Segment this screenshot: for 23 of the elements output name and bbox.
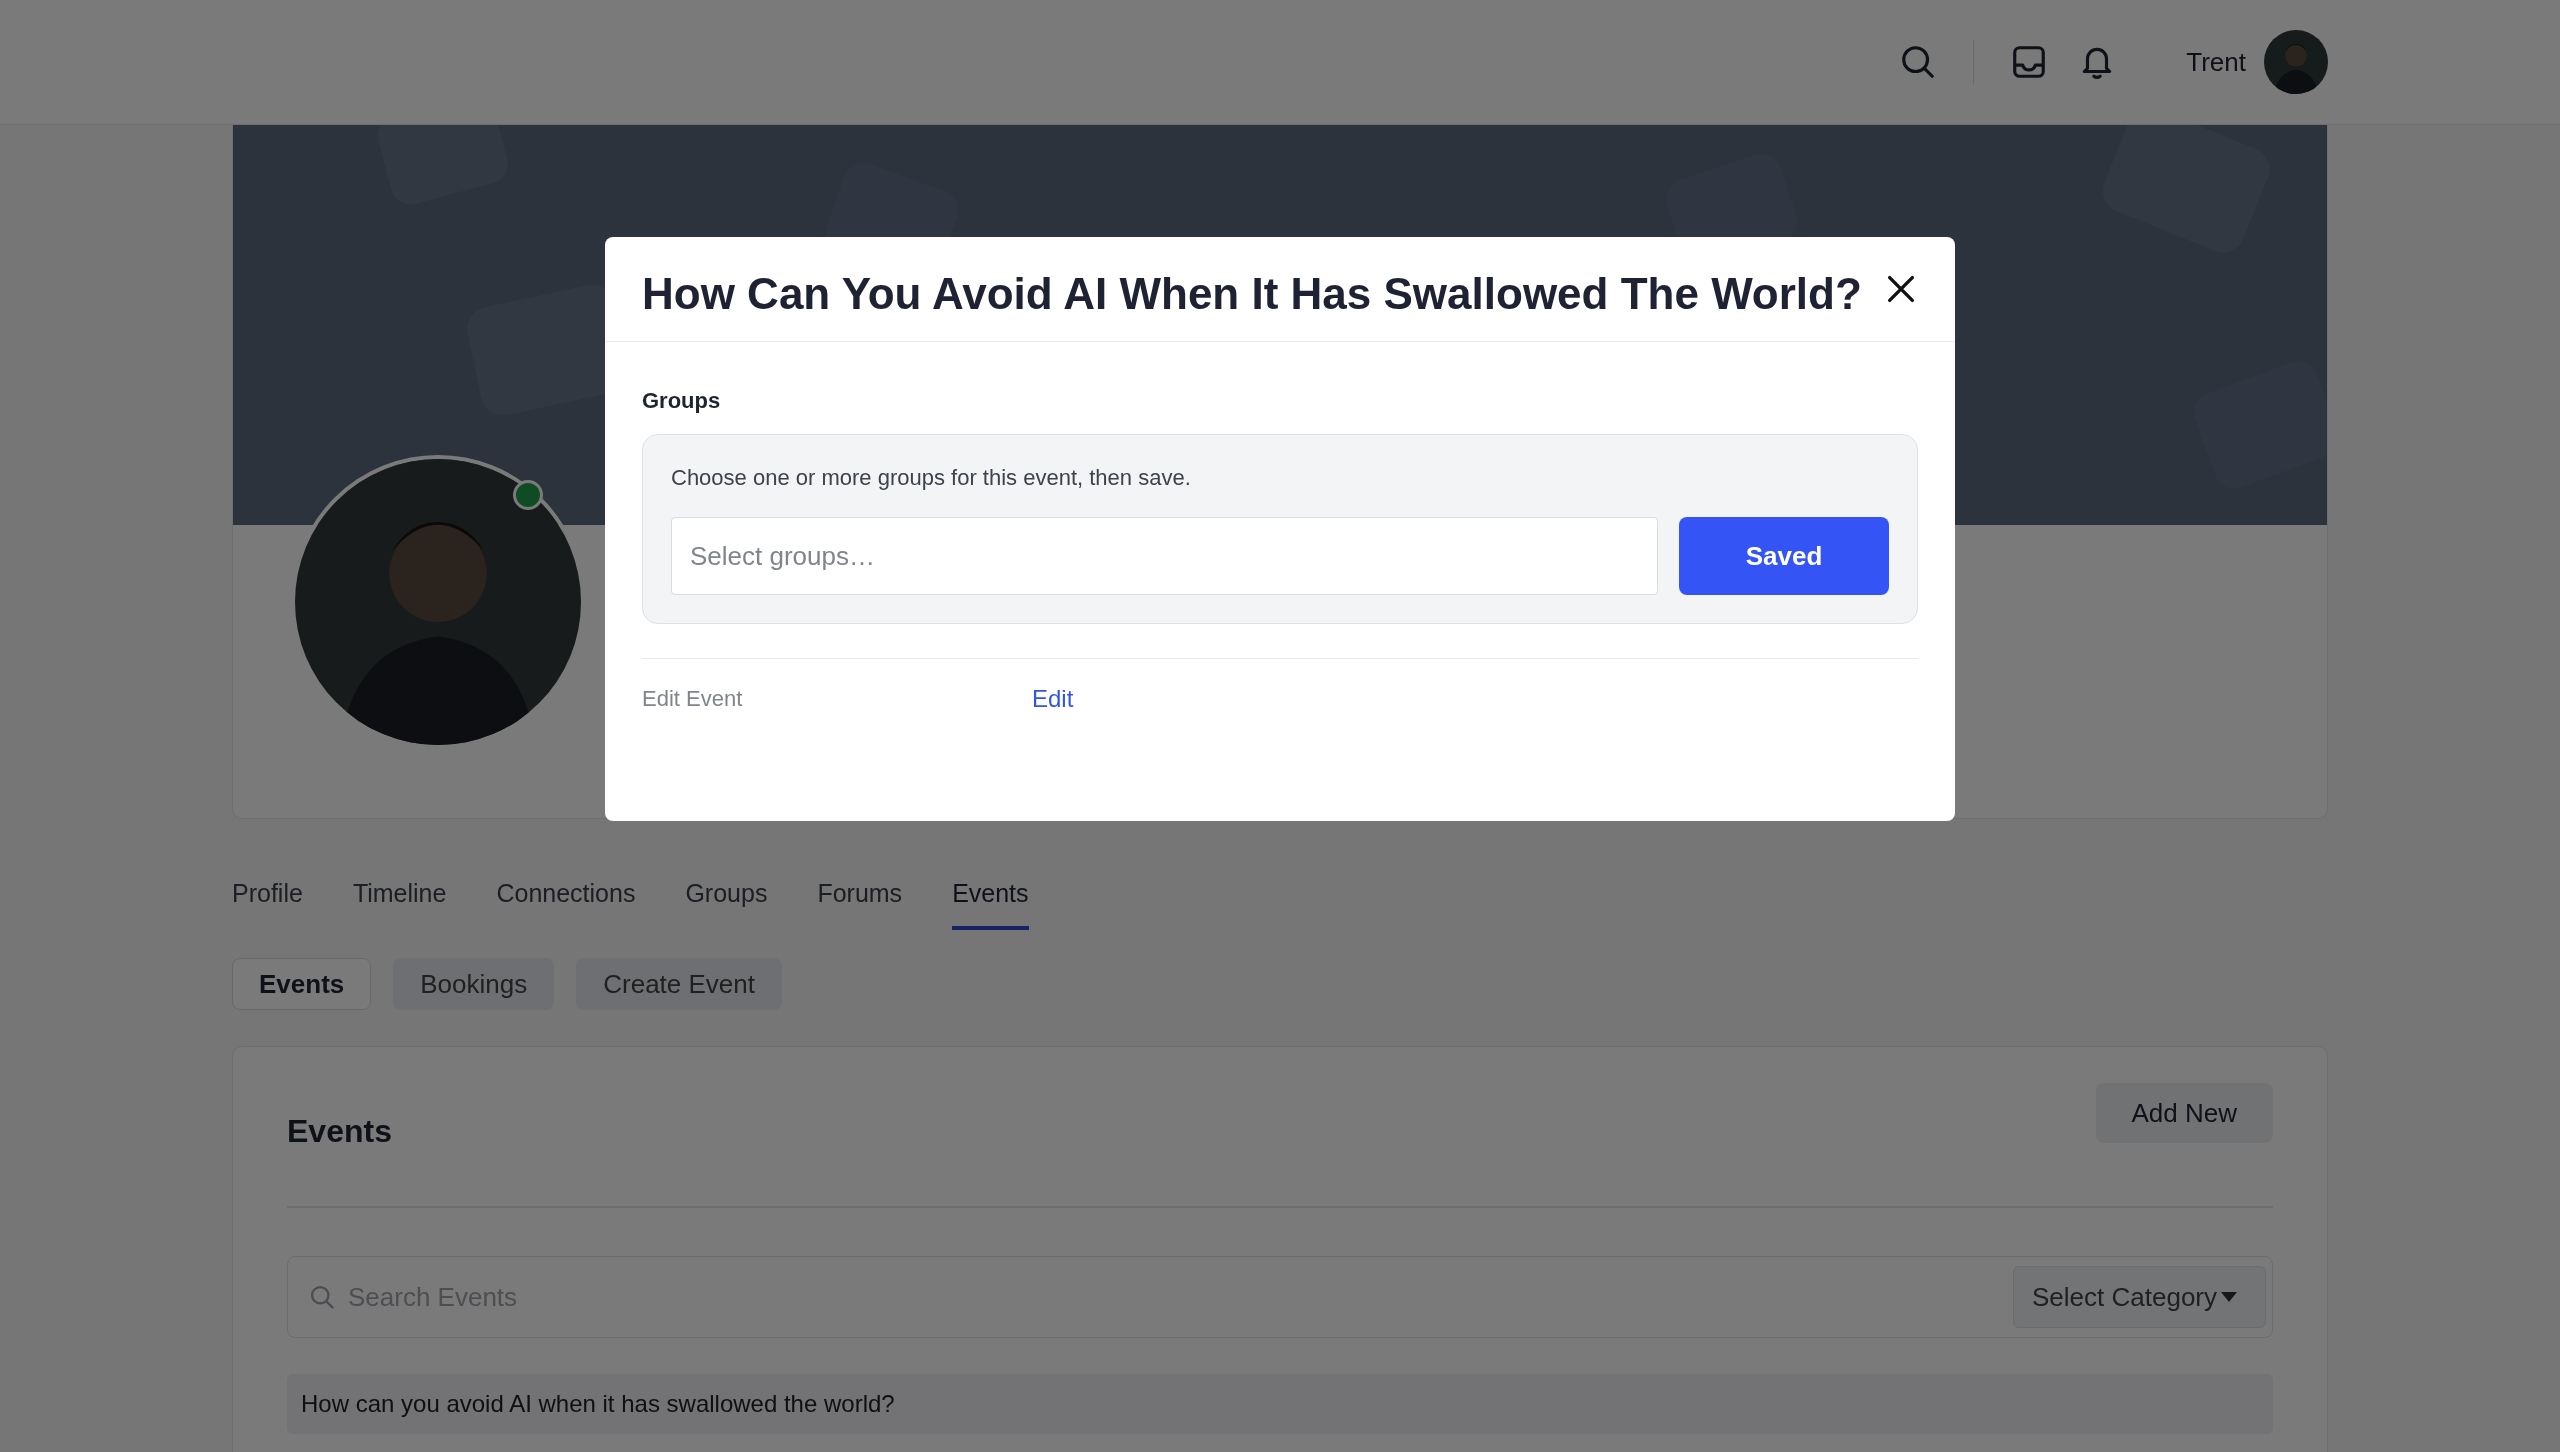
search-icon	[308, 1283, 336, 1311]
user-name[interactable]: Trent	[2186, 46, 2246, 78]
profile-tab[interactable]: Forums	[817, 867, 903, 930]
profile-tab[interactable]: Events	[952, 867, 1029, 930]
caret-icon	[2221, 1292, 2237, 1302]
sub-tab[interactable]: Create Event	[576, 958, 782, 1010]
row-label: Edit Event	[642, 686, 744, 712]
hint-text: Choose one or more groups for this event, then save.	[671, 465, 1192, 491]
profile-tab[interactable]: Timeline	[352, 867, 447, 930]
sub-tab[interactable]: Bookings	[393, 958, 555, 1010]
add-new-button[interactable]: Add New	[2095, 1083, 2273, 1143]
edit-link[interactable]: Edit	[1032, 685, 1074, 713]
modal-title: How Can You Avoid AI When It Has Swallowed The World?	[642, 269, 1862, 319]
profile-tab[interactable]: Groups	[685, 867, 768, 930]
section-label: Groups	[642, 388, 722, 414]
save-button[interactable]: Saved	[1679, 517, 1889, 595]
event-row[interactable]: How can you avoid AI when it has swallowed the world?	[287, 1374, 2273, 1434]
groups-field[interactable]: Select groups…	[671, 517, 1658, 595]
profile-tab[interactable]: Connections	[496, 867, 636, 930]
profile-tab[interactable]: Profile	[232, 867, 303, 930]
section-title: Events	[287, 1113, 392, 1150]
category-select[interactable]: Select Category	[2013, 1266, 2266, 1328]
sub-tab[interactable]: Events	[232, 958, 372, 1010]
